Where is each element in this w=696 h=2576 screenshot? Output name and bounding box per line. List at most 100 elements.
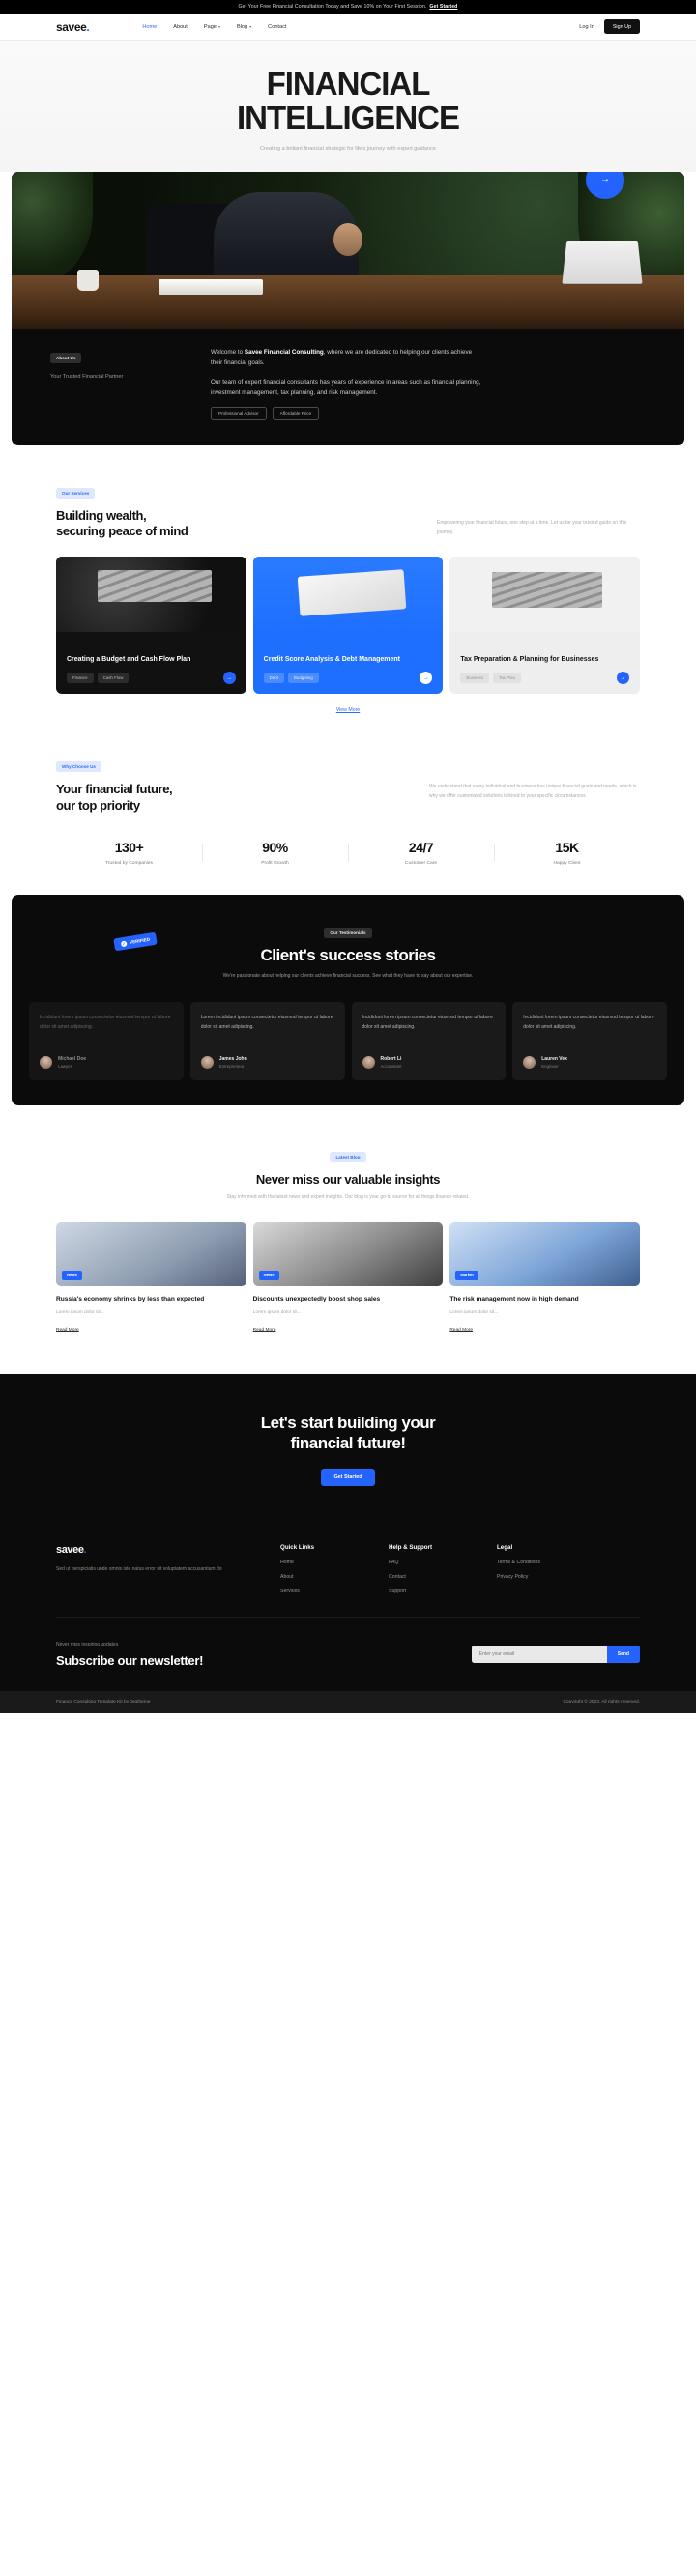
about-tag-row: Professional Advisor Affordable Price xyxy=(211,406,483,420)
service-card-body: Tax Preparation & Planning for Businesse… xyxy=(450,645,640,695)
blog-card-excerpt: Lorem ipsum dolor sit... xyxy=(56,1310,104,1316)
newsletter-small-text: Never miss inspiring updates xyxy=(56,1641,119,1647)
blog-card[interactable]: News Russia's economy shrinks by less th… xyxy=(56,1221,246,1335)
footer-column-title: Quick Links xyxy=(280,1543,315,1551)
testimonial-meta: James John Entrepreneur xyxy=(200,1056,334,1070)
footer-copyright: Copyright © 2023. All rights reserved. xyxy=(563,1699,640,1704)
footer-link-contact[interactable]: Contact xyxy=(389,1574,497,1580)
stat-value: 90% xyxy=(262,839,288,855)
stats-row: 130+ Trusted by Companies 90% Profit Gro… xyxy=(56,840,640,866)
read-more-link[interactable]: Read More xyxy=(450,1328,473,1332)
footer-column-help-support: Help & Support FAQ Contact Support xyxy=(389,1544,497,1594)
footer-credit: Finance Consulting Template Kit by Jegth… xyxy=(56,1699,151,1704)
avatar xyxy=(362,1056,375,1070)
about-heading: Your Trusted Financial Partner xyxy=(50,373,124,380)
services-section: Our Services Building wealth, securing p… xyxy=(0,445,696,713)
signup-button[interactable]: Sign Up xyxy=(603,19,640,34)
footer-logo-text: savee xyxy=(56,1543,84,1556)
footer-link-home[interactable]: Home xyxy=(280,1560,389,1565)
footer-main: savee. Sed ut perspiciatis unde omnis is… xyxy=(56,1544,640,1594)
newsletter-email-input[interactable] xyxy=(471,1646,607,1664)
about-section: GET STARTED • → About Us Your Trusted Fi… xyxy=(0,171,696,445)
footer-description: Sed ut perspiciatis unde omnis iste natu… xyxy=(56,1565,222,1572)
nav-item-about[interactable]: About xyxy=(173,24,188,30)
nav-item-home-label: Home xyxy=(142,23,158,30)
avatar xyxy=(200,1056,214,1070)
blog-card[interactable]: News Discounts unexpectedly boost shop s… xyxy=(252,1221,444,1335)
testimonial-role: Engineer xyxy=(541,1064,559,1070)
testimonials-section: Our Testimonials ✓ VERIFIED Client's suc… xyxy=(0,866,696,1106)
blog-heading: Never miss our valuable insights xyxy=(255,1172,441,1188)
footer-link-terms[interactable]: Terms & Conditions xyxy=(497,1560,605,1565)
nav-item-page[interactable]: Page ▾ xyxy=(204,24,220,30)
service-card-credit[interactable]: Credit Score Analysis & Debt Management … xyxy=(252,557,444,695)
service-card-title: Credit Score Analysis & Debt Management xyxy=(263,655,401,663)
testimonial-name: Lauren Vex xyxy=(541,1056,567,1063)
cta-get-started-button[interactable]: Get Started xyxy=(321,1468,375,1486)
latest-blog-badge: Latest Blog xyxy=(330,1152,366,1163)
announcement-text: Get Your Free Financial Consultation Tod… xyxy=(238,4,427,10)
brand-logo-dot: . xyxy=(86,19,90,34)
about-us-badge: About Us xyxy=(50,352,82,363)
footer-brand: savee. Sed ut perspiciatis unde omnis is… xyxy=(56,1544,280,1594)
stat-value: 130+ xyxy=(114,839,144,855)
cta-heading: Let's start building your financial futu… xyxy=(0,1413,696,1454)
footer-link-faq[interactable]: FAQ xyxy=(389,1560,497,1565)
about-right-column: Welcome to Savee Financial Consulting, w… xyxy=(211,347,483,420)
nav-item-home[interactable]: Home xyxy=(142,24,157,30)
why-header: Your financial future, our top priority … xyxy=(56,782,640,814)
blog-card-excerpt: Lorem ipsum dolor sit... xyxy=(252,1310,302,1316)
blog-tag: News xyxy=(62,1270,82,1280)
tag-affordable-price[interactable]: Affordable Price xyxy=(272,406,320,420)
chip-cash-flow: Cash Flow xyxy=(97,673,130,684)
services-heading-line2: securing peace of mind xyxy=(56,524,188,539)
login-link[interactable]: Log In xyxy=(579,24,594,30)
read-more-link[interactable]: Read More xyxy=(253,1328,276,1332)
service-card-tax[interactable]: Tax Preparation & Planning for Businesse… xyxy=(450,557,641,695)
stat-item: 15K Happy Client xyxy=(494,840,640,866)
hero-title-line2: INTELLIGENCE xyxy=(236,99,460,135)
get-started-circular-badge[interactable]: GET STARTED • → xyxy=(586,171,624,199)
footer-link-services[interactable]: Services xyxy=(280,1589,389,1594)
testimonial-name: James John xyxy=(218,1056,247,1063)
blog-card-image: News xyxy=(56,1221,246,1286)
service-card-budget[interactable]: Creating a Budget and Cash Flow Plan Fin… xyxy=(56,557,246,695)
testimonial-name: Robert Li xyxy=(380,1056,402,1063)
cta-section: Let's start building your financial futu… xyxy=(0,1373,696,1523)
blog-card-image: Market xyxy=(450,1221,641,1286)
newsletter-send-button[interactable]: Send xyxy=(606,1646,640,1664)
footer-column-legal: Legal Terms & Conditions Privacy Policy xyxy=(497,1544,605,1594)
services-subtitle: Empowering your financial future, one st… xyxy=(437,520,627,535)
avatar xyxy=(40,1056,52,1070)
footer-logo[interactable]: savee. xyxy=(56,1544,280,1556)
announcement-cta-link[interactable]: Get Started xyxy=(429,4,457,10)
view-more-button[interactable]: View More xyxy=(336,707,360,713)
stat-label: Customer Care xyxy=(404,860,438,866)
brand-logo[interactable]: savee. xyxy=(56,19,90,34)
cup-decor xyxy=(77,269,99,291)
chevron-down-icon: ▾ xyxy=(249,23,252,29)
tag-professional-advisor[interactable]: Professional Advisor xyxy=(211,406,267,420)
blog-card[interactable]: Market The risk management now in high d… xyxy=(450,1221,641,1335)
blog-card-image: News xyxy=(252,1221,444,1286)
blog-card-title: Russia's economy shrinks by less than ex… xyxy=(56,1295,205,1302)
chip-debt: Debt xyxy=(263,673,284,684)
read-more-link[interactable]: Read More xyxy=(56,1328,79,1332)
nav-item-blog[interactable]: Blog ▾ xyxy=(237,24,251,30)
footer-link-about[interactable]: About xyxy=(280,1574,389,1580)
service-card-image xyxy=(450,557,641,633)
footer-link-support[interactable]: Support xyxy=(389,1589,497,1594)
our-services-badge: Our Services xyxy=(56,487,96,499)
testimonial-quote: Incididunt lorem ipsum consectetur eiusm… xyxy=(523,1015,654,1030)
why-subtitle: We understand that every individual and … xyxy=(429,784,637,800)
footer-link-privacy[interactable]: Privacy Policy xyxy=(497,1574,605,1580)
service-cards: Creating a Budget and Cash Flow Plan Fin… xyxy=(56,557,641,695)
about-paragraph-1: Welcome to Savee Financial Consulting, w… xyxy=(211,347,483,368)
blog-card-title: The risk management now in high demand xyxy=(450,1295,579,1302)
hero-title: FINANCIAL INTELLIGENCE xyxy=(0,67,696,135)
testimonial-meta: Michael Doe Lawyer xyxy=(40,1056,173,1070)
testimonial-card: Lorem incididunt ipsum consectetur eiusm… xyxy=(189,1002,345,1081)
newsletter-heading: Subscribe our newsletter! xyxy=(56,1652,204,1668)
arrow-right-icon[interactable]: → xyxy=(222,672,236,685)
nav-item-contact[interactable]: Contact xyxy=(268,24,286,30)
